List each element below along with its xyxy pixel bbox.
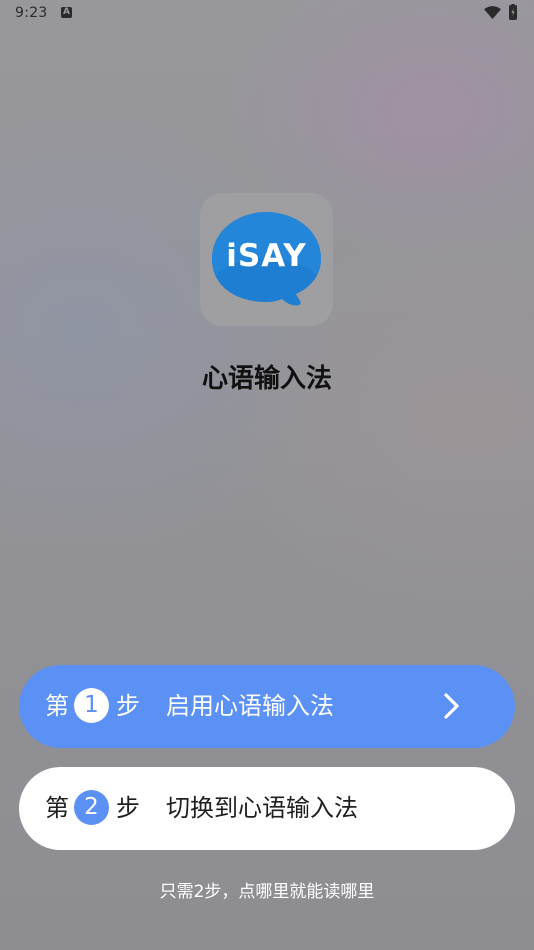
step-number-badge: 2 <box>74 790 109 825</box>
logo-text: iSAY <box>226 238 307 274</box>
wifi-icon <box>484 6 501 19</box>
step-2-button[interactable]: 第 2 步 切换到心语输入法 <box>19 767 515 850</box>
app-name: 心语输入法 <box>201 364 332 394</box>
step-prefix: 第 <box>45 692 69 720</box>
step-suffix: 步 <box>116 692 140 720</box>
step-label: 切换到心语输入法 <box>166 794 358 822</box>
chevron-right-icon <box>444 693 459 719</box>
footer-hint: 只需2步，点哪里就能读哪里 <box>159 882 375 902</box>
status-time: 9:23 <box>15 5 48 21</box>
step-number-badge: 1 <box>74 688 109 723</box>
step-suffix: 步 <box>116 794 140 822</box>
step-label: 启用心语输入法 <box>166 692 334 720</box>
battery-charging-icon <box>509 4 517 20</box>
a-letter-icon: A <box>61 7 72 18</box>
step-1-button[interactable]: 第 1 步 启用心语输入法 <box>19 665 515 748</box>
app-logo: iSAY <box>200 193 333 326</box>
step-prefix: 第 <box>45 794 69 822</box>
status-bar: 9:23 A <box>0 0 534 28</box>
